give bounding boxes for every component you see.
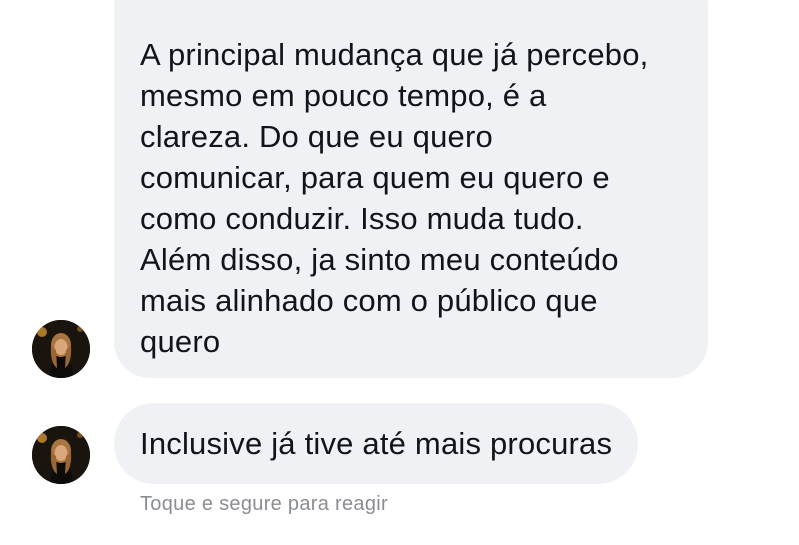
- message-bubble[interactable]: Inclusive já tive até mais procuras: [114, 403, 639, 484]
- avatar-photo: [32, 426, 90, 484]
- reaction-hint: Toque e segure para reagir: [140, 493, 388, 515]
- message-text: Inclusive já tive até mais procuras: [140, 426, 613, 461]
- message-text: A principal mudança que já percebo, mesm…: [140, 37, 649, 359]
- avatar-photo: [32, 320, 90, 378]
- message-bubble[interactable]: A principal mudança que já percebo, mesm…: [114, 0, 708, 378]
- sender-avatar[interactable]: [32, 320, 90, 378]
- sender-avatar[interactable]: [32, 426, 90, 484]
